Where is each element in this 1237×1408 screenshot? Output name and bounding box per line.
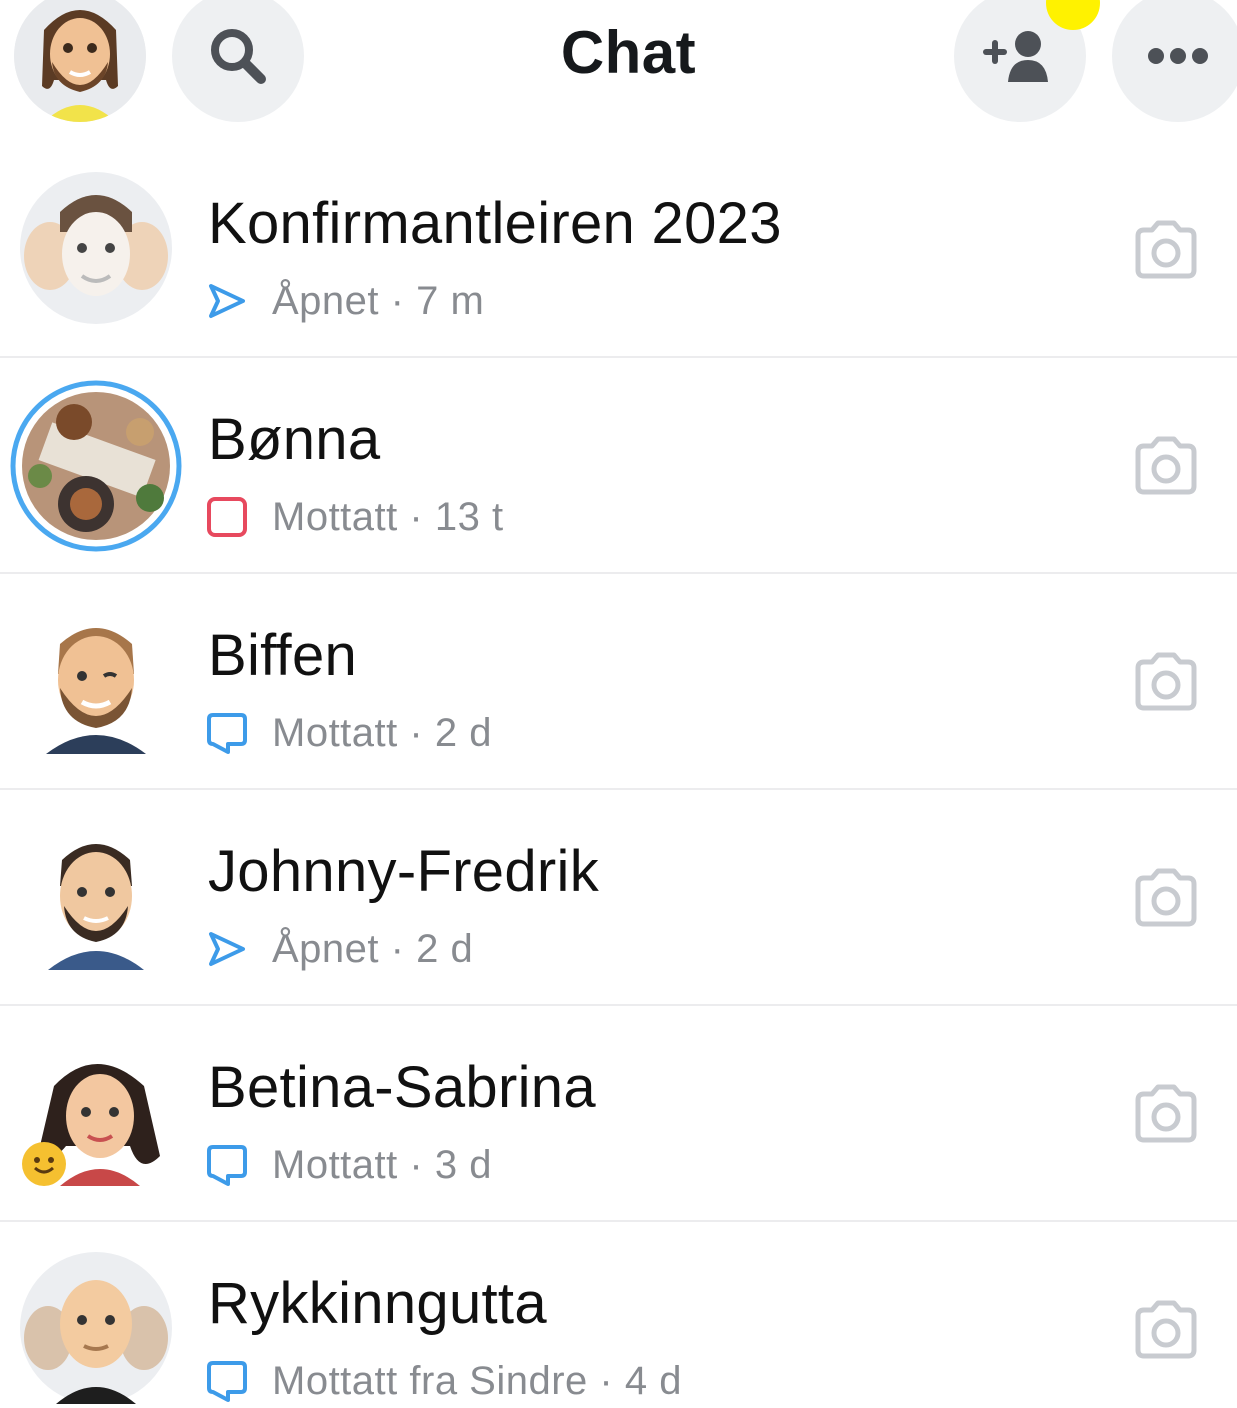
chat-received-bubble-icon (207, 1145, 247, 1186)
chat-list: Konfirmantleiren 2023 Åpnet · 7 m Bønna … (0, 142, 1237, 1408)
status-separator: · (390, 926, 405, 971)
story-avatar[interactable] (10, 380, 182, 552)
status-label: Mottatt (272, 494, 398, 539)
more-button[interactable] (1112, 0, 1237, 122)
camera-icon[interactable] (1130, 1300, 1202, 1362)
chat-row[interactable]: Rykkinngutta Mottatt fra Sindre · 4 d (0, 1222, 1237, 1408)
status-separator: · (599, 1358, 614, 1403)
snap-received-square-icon (207, 497, 247, 537)
status-separator: · (409, 1142, 424, 1187)
add-friend-icon (983, 31, 1048, 82)
chat-status: Mottatt · 3 d (206, 1140, 492, 1190)
group-avatar (20, 172, 172, 324)
chat-status: Åpnet · 2 d (206, 924, 473, 974)
chat-row[interactable]: Bønna Mottatt · 13 t (0, 358, 1237, 574)
status-label: Åpnet (272, 926, 380, 971)
status-time: 2 d (416, 926, 474, 971)
chat-name: Betina-Sabrina (208, 1055, 596, 1120)
chat-received-bubble-icon (207, 713, 247, 754)
chat-status: Mottatt fra Sindre · 4 d (206, 1356, 682, 1406)
group-avatar (20, 1252, 172, 1404)
camera-icon[interactable] (1130, 1084, 1202, 1146)
chat-status: Mottatt · 13 t (206, 492, 504, 542)
friend-avatar (20, 604, 172, 756)
status-label: Mottatt fra Sindre (272, 1358, 588, 1403)
more-icon (1148, 48, 1208, 64)
status-label: Mottatt (272, 1142, 398, 1187)
status-time: 4 d (624, 1358, 682, 1403)
chat-row[interactable]: Biffen Mottatt · 2 d (0, 574, 1237, 790)
status-time: 2 d (434, 710, 492, 755)
status-time: 3 d (434, 1142, 492, 1187)
status-label: Åpnet (272, 278, 380, 323)
status-separator: · (390, 278, 405, 323)
chat-status: Mottatt · 2 d (206, 708, 492, 758)
chat-name: Bønna (208, 407, 381, 472)
status-time: 13 t (434, 494, 504, 539)
chat-row[interactable]: Konfirmantleiren 2023 Åpnet · 7 m (0, 142, 1237, 358)
camera-icon[interactable] (1130, 868, 1202, 930)
sent-opened-arrow-icon (209, 284, 245, 318)
chat-name: Rykkinngutta (208, 1271, 547, 1336)
chat-received-bubble-icon (207, 1361, 247, 1402)
status-separator: · (409, 710, 424, 755)
chat-name: Biffen (208, 623, 358, 688)
chat-screen: Chat Konfirmantleiren 2023 Åpnet · 7 m B… (0, 0, 1237, 1408)
chat-name: Johnny-Fredrik (208, 839, 599, 904)
chat-row[interactable]: Johnny-Fredrik Åpnet · 2 d (0, 790, 1237, 1006)
chat-status: Åpnet · 7 m (206, 276, 484, 326)
camera-icon[interactable] (1130, 436, 1202, 498)
friend-avatar (20, 820, 172, 972)
status-time: 7 m (416, 278, 485, 323)
camera-icon[interactable] (1130, 652, 1202, 714)
status-label: Mottatt (272, 710, 398, 755)
status-separator: · (409, 494, 424, 539)
friend-avatar (20, 1036, 172, 1188)
sent-opened-arrow-icon (209, 932, 245, 966)
status-separator (379, 279, 391, 324)
chat-name: Konfirmantleiren 2023 (208, 191, 782, 256)
chat-row[interactable]: Betina-Sabrina Mottatt · 3 d (0, 1006, 1237, 1222)
header: Chat (0, 0, 1237, 130)
camera-icon[interactable] (1130, 220, 1202, 282)
